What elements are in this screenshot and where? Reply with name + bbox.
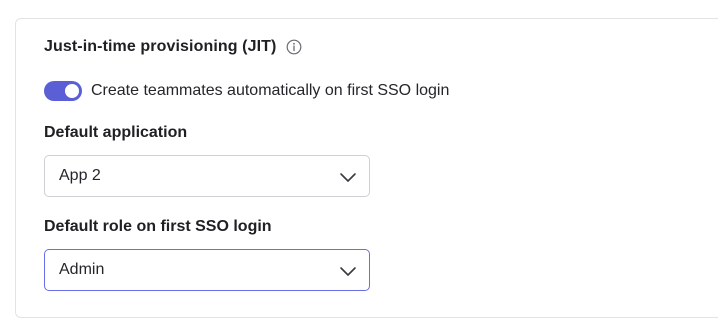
section-header: Just-in-time provisioning (JIT) bbox=[44, 38, 302, 56]
chevron-down-icon bbox=[339, 170, 357, 182]
default-role-label: Default role on first SSO login bbox=[44, 218, 272, 235]
default-application-select[interactable]: App 2 bbox=[44, 155, 370, 197]
auto-create-toggle[interactable] bbox=[44, 81, 82, 101]
default-application-label: Default application bbox=[44, 124, 188, 141]
section-title: Just-in-time provisioning (JIT) bbox=[44, 38, 277, 55]
default-role-select[interactable]: Admin bbox=[44, 249, 370, 291]
chevron-down-icon bbox=[339, 264, 357, 276]
auto-create-toggle-label: Create teammates automatically on first … bbox=[91, 82, 450, 99]
default-role-value: Admin bbox=[59, 261, 105, 278]
toggle-knob bbox=[65, 84, 79, 98]
auto-create-toggle-row: Create teammates automatically on first … bbox=[44, 81, 449, 101]
default-application-value: App 2 bbox=[59, 167, 101, 184]
info-circle-icon[interactable] bbox=[286, 39, 302, 55]
jit-provisioning-card: Just-in-time provisioning (JIT) Create t… bbox=[15, 18, 718, 318]
